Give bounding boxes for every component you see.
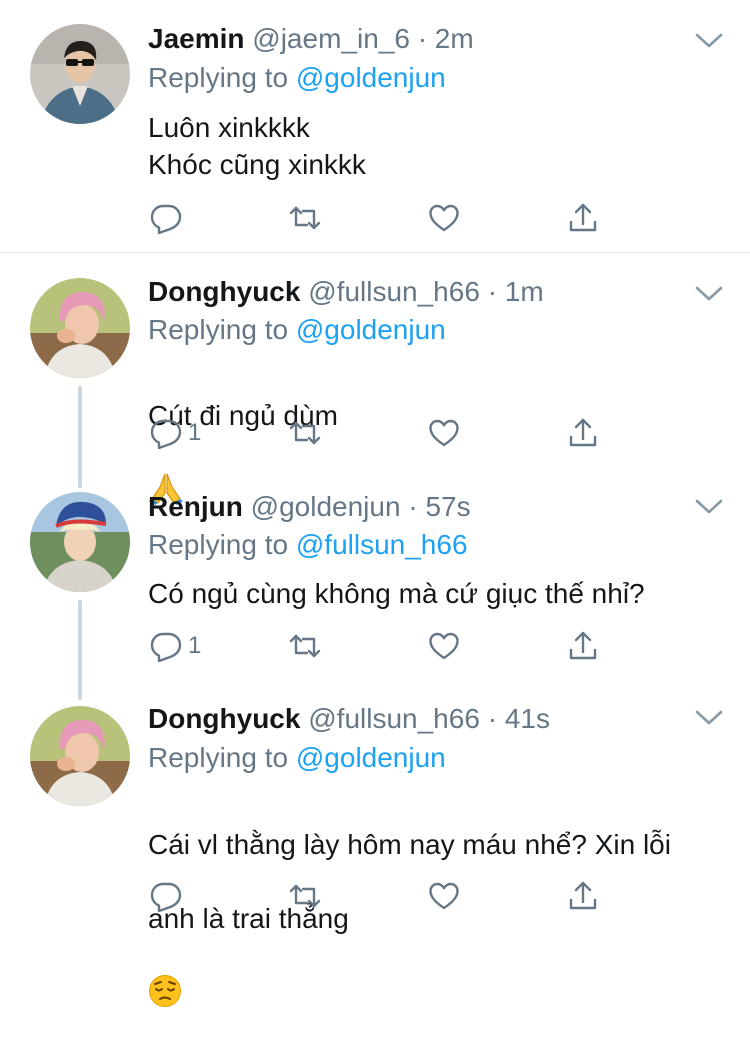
action-bar xyxy=(148,198,618,238)
reply-button[interactable]: 1 xyxy=(150,413,201,453)
reply-icon xyxy=(150,630,182,662)
retweet-button[interactable] xyxy=(289,198,321,238)
tweet-header: Donghyuck @fullsun_h66 · 1m xyxy=(148,275,544,309)
tweet-jaemin[interactable]: Jaemin @jaem_in_6 · 2m Replying to @gold… xyxy=(0,0,750,252)
reply-mention-link[interactable]: @goldenjun xyxy=(296,314,446,345)
reply-button[interactable]: 1 xyxy=(150,626,201,666)
avatar-donghyuck[interactable] xyxy=(30,278,130,378)
user-handle[interactable]: @jaem_in_6 xyxy=(252,23,410,54)
avatar-jaemin[interactable] xyxy=(30,24,130,124)
display-name[interactable]: Renjun xyxy=(148,491,243,522)
like-icon xyxy=(428,202,460,234)
reply-mention-link[interactable]: @goldenjun xyxy=(296,62,446,93)
chevron-down-icon[interactable] xyxy=(694,283,724,305)
tweet-text-line: anh là trai thẳng xyxy=(148,900,738,1017)
separator-dot: · xyxy=(417,23,428,54)
retweet-icon xyxy=(289,417,321,449)
replying-to-label: Replying to xyxy=(148,529,296,560)
retweet-icon xyxy=(289,202,321,234)
reply-icon xyxy=(150,880,182,912)
like-button[interactable] xyxy=(428,626,460,666)
share-button[interactable] xyxy=(567,876,599,916)
replying-to-label: Replying to xyxy=(148,62,296,93)
replying-to-label: Replying to xyxy=(148,314,296,345)
chevron-down-icon[interactable] xyxy=(694,496,724,518)
chevron-down-icon[interactable] xyxy=(694,30,724,52)
like-button[interactable] xyxy=(428,198,460,238)
replying-to: Replying to @goldenjun xyxy=(148,61,446,95)
tweet-text: Luôn xinkkkk Khóc cũng xinkkk xyxy=(148,112,366,180)
separator-dot: · xyxy=(408,491,418,522)
pensive-face-emoji xyxy=(148,937,182,1017)
share-icon xyxy=(567,417,599,449)
user-handle[interactable]: @fullsun_h66 xyxy=(308,276,480,307)
reply-icon xyxy=(150,417,182,449)
tweet-text: Cái vl thằng lày hôm nay máu nhể? Xin lỗ… xyxy=(148,789,738,1054)
action-bar: 1 xyxy=(148,413,618,453)
display-name[interactable]: Donghyuck xyxy=(148,703,300,734)
like-icon xyxy=(428,630,460,662)
user-handle[interactable]: @fullsun_h66 xyxy=(308,703,480,734)
replying-to: Replying to @fullsun_h66 xyxy=(148,528,468,562)
tweet-donghyuck-2[interactable]: Donghyuck @fullsun_h66 · 41s Replying to… xyxy=(0,679,750,1007)
replying-to: Replying to @goldenjun xyxy=(148,313,446,347)
avatar-donghyuck[interactable] xyxy=(30,706,130,806)
retweet-button[interactable] xyxy=(289,876,321,916)
display-name[interactable]: Jaemin xyxy=(148,23,245,54)
chevron-down-icon[interactable] xyxy=(694,707,724,729)
reply-button[interactable] xyxy=(150,198,188,238)
separator-dot: · xyxy=(487,276,498,307)
action-bar xyxy=(148,876,618,916)
share-icon xyxy=(567,630,599,662)
separator-dot: · xyxy=(487,703,498,734)
like-button[interactable] xyxy=(428,876,460,916)
reply-count: 1 xyxy=(188,632,202,659)
tweet-header: Donghyuck @fullsun_h66 · 41s xyxy=(148,702,550,736)
tweet-renjun[interactable]: Renjun @goldenjun · 57s Replying to @ful… xyxy=(0,466,750,678)
retweet-icon xyxy=(289,880,321,912)
user-handle[interactable]: @goldenjun xyxy=(251,491,401,522)
reply-mention-link[interactable]: @goldenjun xyxy=(296,742,446,773)
reply-button[interactable] xyxy=(150,876,188,916)
tweet-text-line: Cái vl thằng lày hôm nay máu nhể? Xin lỗ… xyxy=(148,829,671,860)
tweet-donghyuck-1[interactable]: Donghyuck @fullsun_h66 · 1m Replying to … xyxy=(0,253,750,505)
retweet-button[interactable] xyxy=(289,626,321,666)
retweet-icon xyxy=(289,630,321,662)
timestamp[interactable]: 1m xyxy=(505,276,544,307)
timestamp[interactable]: 2m xyxy=(435,23,474,54)
avatar-renjun[interactable] xyxy=(30,492,130,592)
share-button[interactable] xyxy=(567,198,599,238)
reply-icon xyxy=(150,202,182,234)
replying-to-label: Replying to xyxy=(148,742,296,773)
display-name[interactable]: Donghyuck xyxy=(148,276,300,307)
action-bar: 1 xyxy=(148,626,618,666)
share-icon xyxy=(567,202,599,234)
like-icon xyxy=(428,880,460,912)
share-icon xyxy=(567,880,599,912)
tweet-header: Renjun @goldenjun · 57s xyxy=(148,490,471,524)
share-button[interactable] xyxy=(567,626,599,666)
like-icon xyxy=(428,417,460,449)
replying-to: Replying to @goldenjun xyxy=(148,741,446,775)
reply-mention-link[interactable]: @fullsun_h66 xyxy=(296,529,468,560)
retweet-button[interactable] xyxy=(289,413,321,453)
reply-count: 1 xyxy=(188,419,202,446)
timestamp[interactable]: 57s xyxy=(425,491,470,522)
tweet-text: Có ngủ cùng không mà cứ giục thế nhỉ? xyxy=(148,578,645,609)
like-button[interactable] xyxy=(428,413,460,453)
tweet-header: Jaemin @jaem_in_6 · 2m xyxy=(148,22,474,56)
share-button[interactable] xyxy=(567,413,599,453)
timestamp[interactable]: 41s xyxy=(505,703,550,734)
